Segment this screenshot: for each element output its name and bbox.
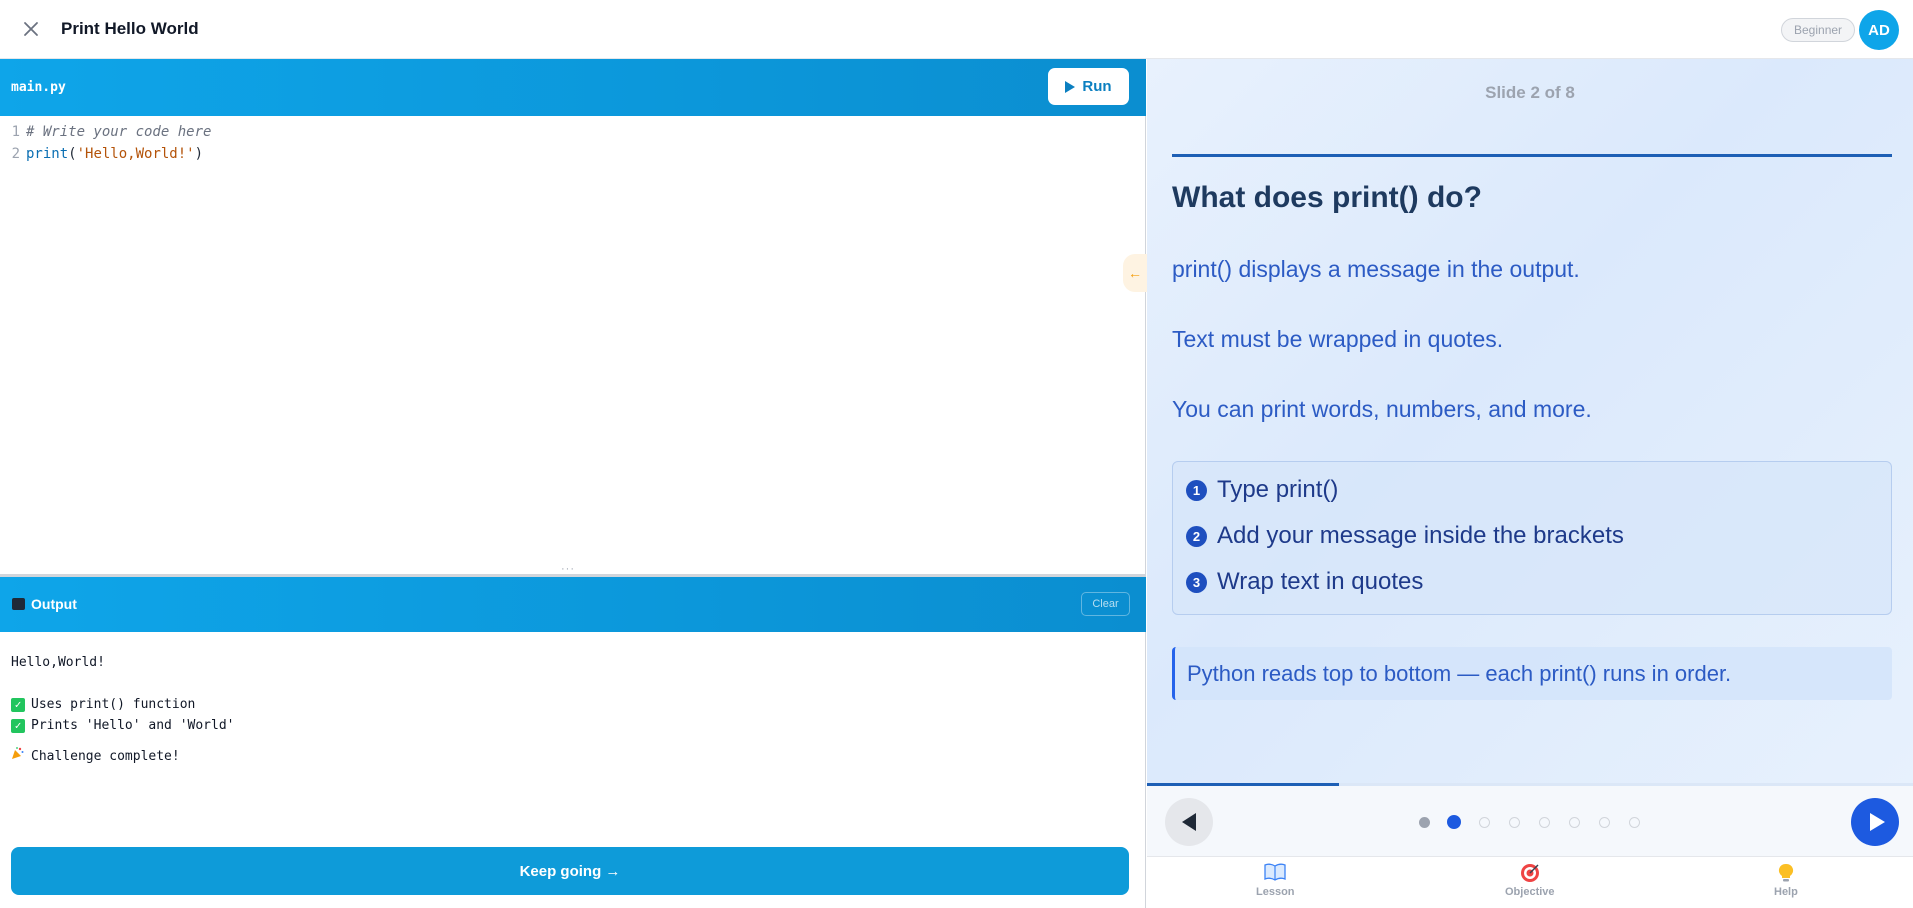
divider — [1172, 154, 1892, 157]
complete-text: Challenge complete! — [31, 749, 180, 764]
step-text: Wrap text in quotes — [1217, 568, 1424, 595]
check-icon: ✓ — [11, 697, 25, 712]
output-result: Hello,World! — [11, 655, 105, 670]
line-number: 1 — [11, 124, 20, 140]
output-header: Output — [12, 596, 77, 612]
check-text: Prints 'Hello' and 'World' — [31, 718, 235, 733]
check-item: ✓ Uses print() function — [11, 694, 235, 715]
step-item: 3 Wrap text in quotes — [1186, 568, 1423, 596]
slide-paragraph: You can print words, numbers, and more. — [1172, 396, 1592, 422]
editor-toolbar: main.py Run — [0, 59, 1146, 116]
slide-dot[interactable] — [1508, 816, 1520, 828]
output-toolbar: Output Clear — [0, 577, 1146, 632]
output-console: Hello,World! ✓ Uses print() function ✓ P… — [11, 652, 235, 767]
check-text: Uses print() function — [31, 697, 196, 712]
run-button[interactable]: Run — [1048, 68, 1129, 105]
line-number: 2 — [11, 146, 20, 162]
tab-help[interactable]: Help — [1774, 863, 1798, 898]
terminal-icon — [12, 598, 25, 610]
arrow-left-icon[interactable]: ← — [1123, 254, 1147, 292]
run-label: Run — [1082, 78, 1112, 95]
previous-icon — [1182, 813, 1196, 831]
slide-dot[interactable] — [1418, 816, 1430, 828]
file-name: main.py — [11, 80, 66, 95]
code-paren: ) — [194, 146, 204, 162]
user-avatar[interactable]: AD — [1859, 10, 1899, 50]
slide-dot[interactable] — [1447, 815, 1461, 829]
slide-paragraph: print() displays a message in the output… — [1172, 256, 1580, 282]
tip-callout: Python reads top to bottom — each print(… — [1172, 647, 1892, 700]
tab-lesson[interactable]: Lesson — [1256, 863, 1295, 898]
bottom-tabs: Lesson Objective Help — [1147, 856, 1913, 908]
step-number: 1 — [1186, 479, 1207, 501]
keep-going-button[interactable]: Keep going → — [11, 847, 1129, 895]
party-popper-icon — [11, 746, 25, 767]
tab-label: Lesson — [1256, 886, 1295, 898]
tab-label: Objective — [1505, 886, 1555, 898]
slide-paragraph: Text must be wrapped in quotes. — [1172, 326, 1504, 352]
step-number: 3 — [1186, 571, 1207, 593]
check-icon: ✓ — [11, 718, 25, 733]
slide-dot[interactable] — [1538, 816, 1550, 828]
tab-label: Help — [1774, 886, 1798, 898]
code-line: 2 print('Hello,World!') — [0, 143, 1146, 165]
code-function: print — [26, 146, 69, 162]
step-item: 1 Type print() — [1186, 476, 1338, 504]
code-editor[interactable]: 1 # Write your code here 2 print('Hello,… — [0, 121, 1146, 571]
slide-dot[interactable] — [1628, 816, 1640, 828]
code-comment: # Write your code here — [26, 124, 212, 140]
lightbulb-icon — [1778, 863, 1794, 885]
lesson-panel: Slide 2 of 8 What does print() do? print… — [1147, 59, 1913, 908]
complete-message: Challenge complete! — [11, 746, 235, 767]
steps-box: 1 Type print() 2 Add your message inside… — [1172, 461, 1892, 615]
level-badge: Beginner — [1781, 18, 1856, 42]
tab-objective[interactable]: Objective — [1505, 863, 1555, 898]
check-item: ✓ Prints 'Hello' and 'World' — [11, 715, 235, 736]
step-text: Type print() — [1217, 476, 1339, 503]
book-icon — [1264, 863, 1286, 885]
slide-heading: What does print() do? — [1172, 181, 1482, 214]
slide-dot[interactable] — [1568, 816, 1580, 828]
target-icon — [1520, 863, 1540, 885]
output-title: Output — [31, 596, 77, 612]
slide-dot[interactable] — [1598, 816, 1610, 828]
top-bar: Print Hello World Beginner AD — [0, 0, 1913, 59]
step-text: Add your message inside the brackets — [1217, 522, 1624, 549]
close-icon[interactable] — [19, 17, 43, 41]
step-item: 2 Add your message inside the brackets — [1186, 522, 1624, 550]
code-line: 1 # Write your code here — [0, 121, 1146, 143]
slide-navigation — [1147, 786, 1913, 856]
previous-slide-button[interactable] — [1165, 798, 1213, 846]
lesson-title: Print Hello World — [61, 19, 199, 38]
slide-dot[interactable] — [1478, 816, 1490, 828]
step-number: 2 — [1186, 525, 1207, 547]
next-icon — [1869, 813, 1885, 831]
next-slide-button[interactable] — [1851, 798, 1899, 846]
code-panel: main.py Run 1 # Write your code here 2 p… — [0, 59, 1147, 908]
code-paren: ( — [68, 146, 77, 162]
clear-button[interactable]: Clear — [1081, 592, 1130, 616]
play-icon — [1065, 80, 1076, 93]
code-string: 'Hello,World!' — [76, 146, 195, 162]
slide-counter: Slide 2 of 8 — [1485, 83, 1575, 102]
